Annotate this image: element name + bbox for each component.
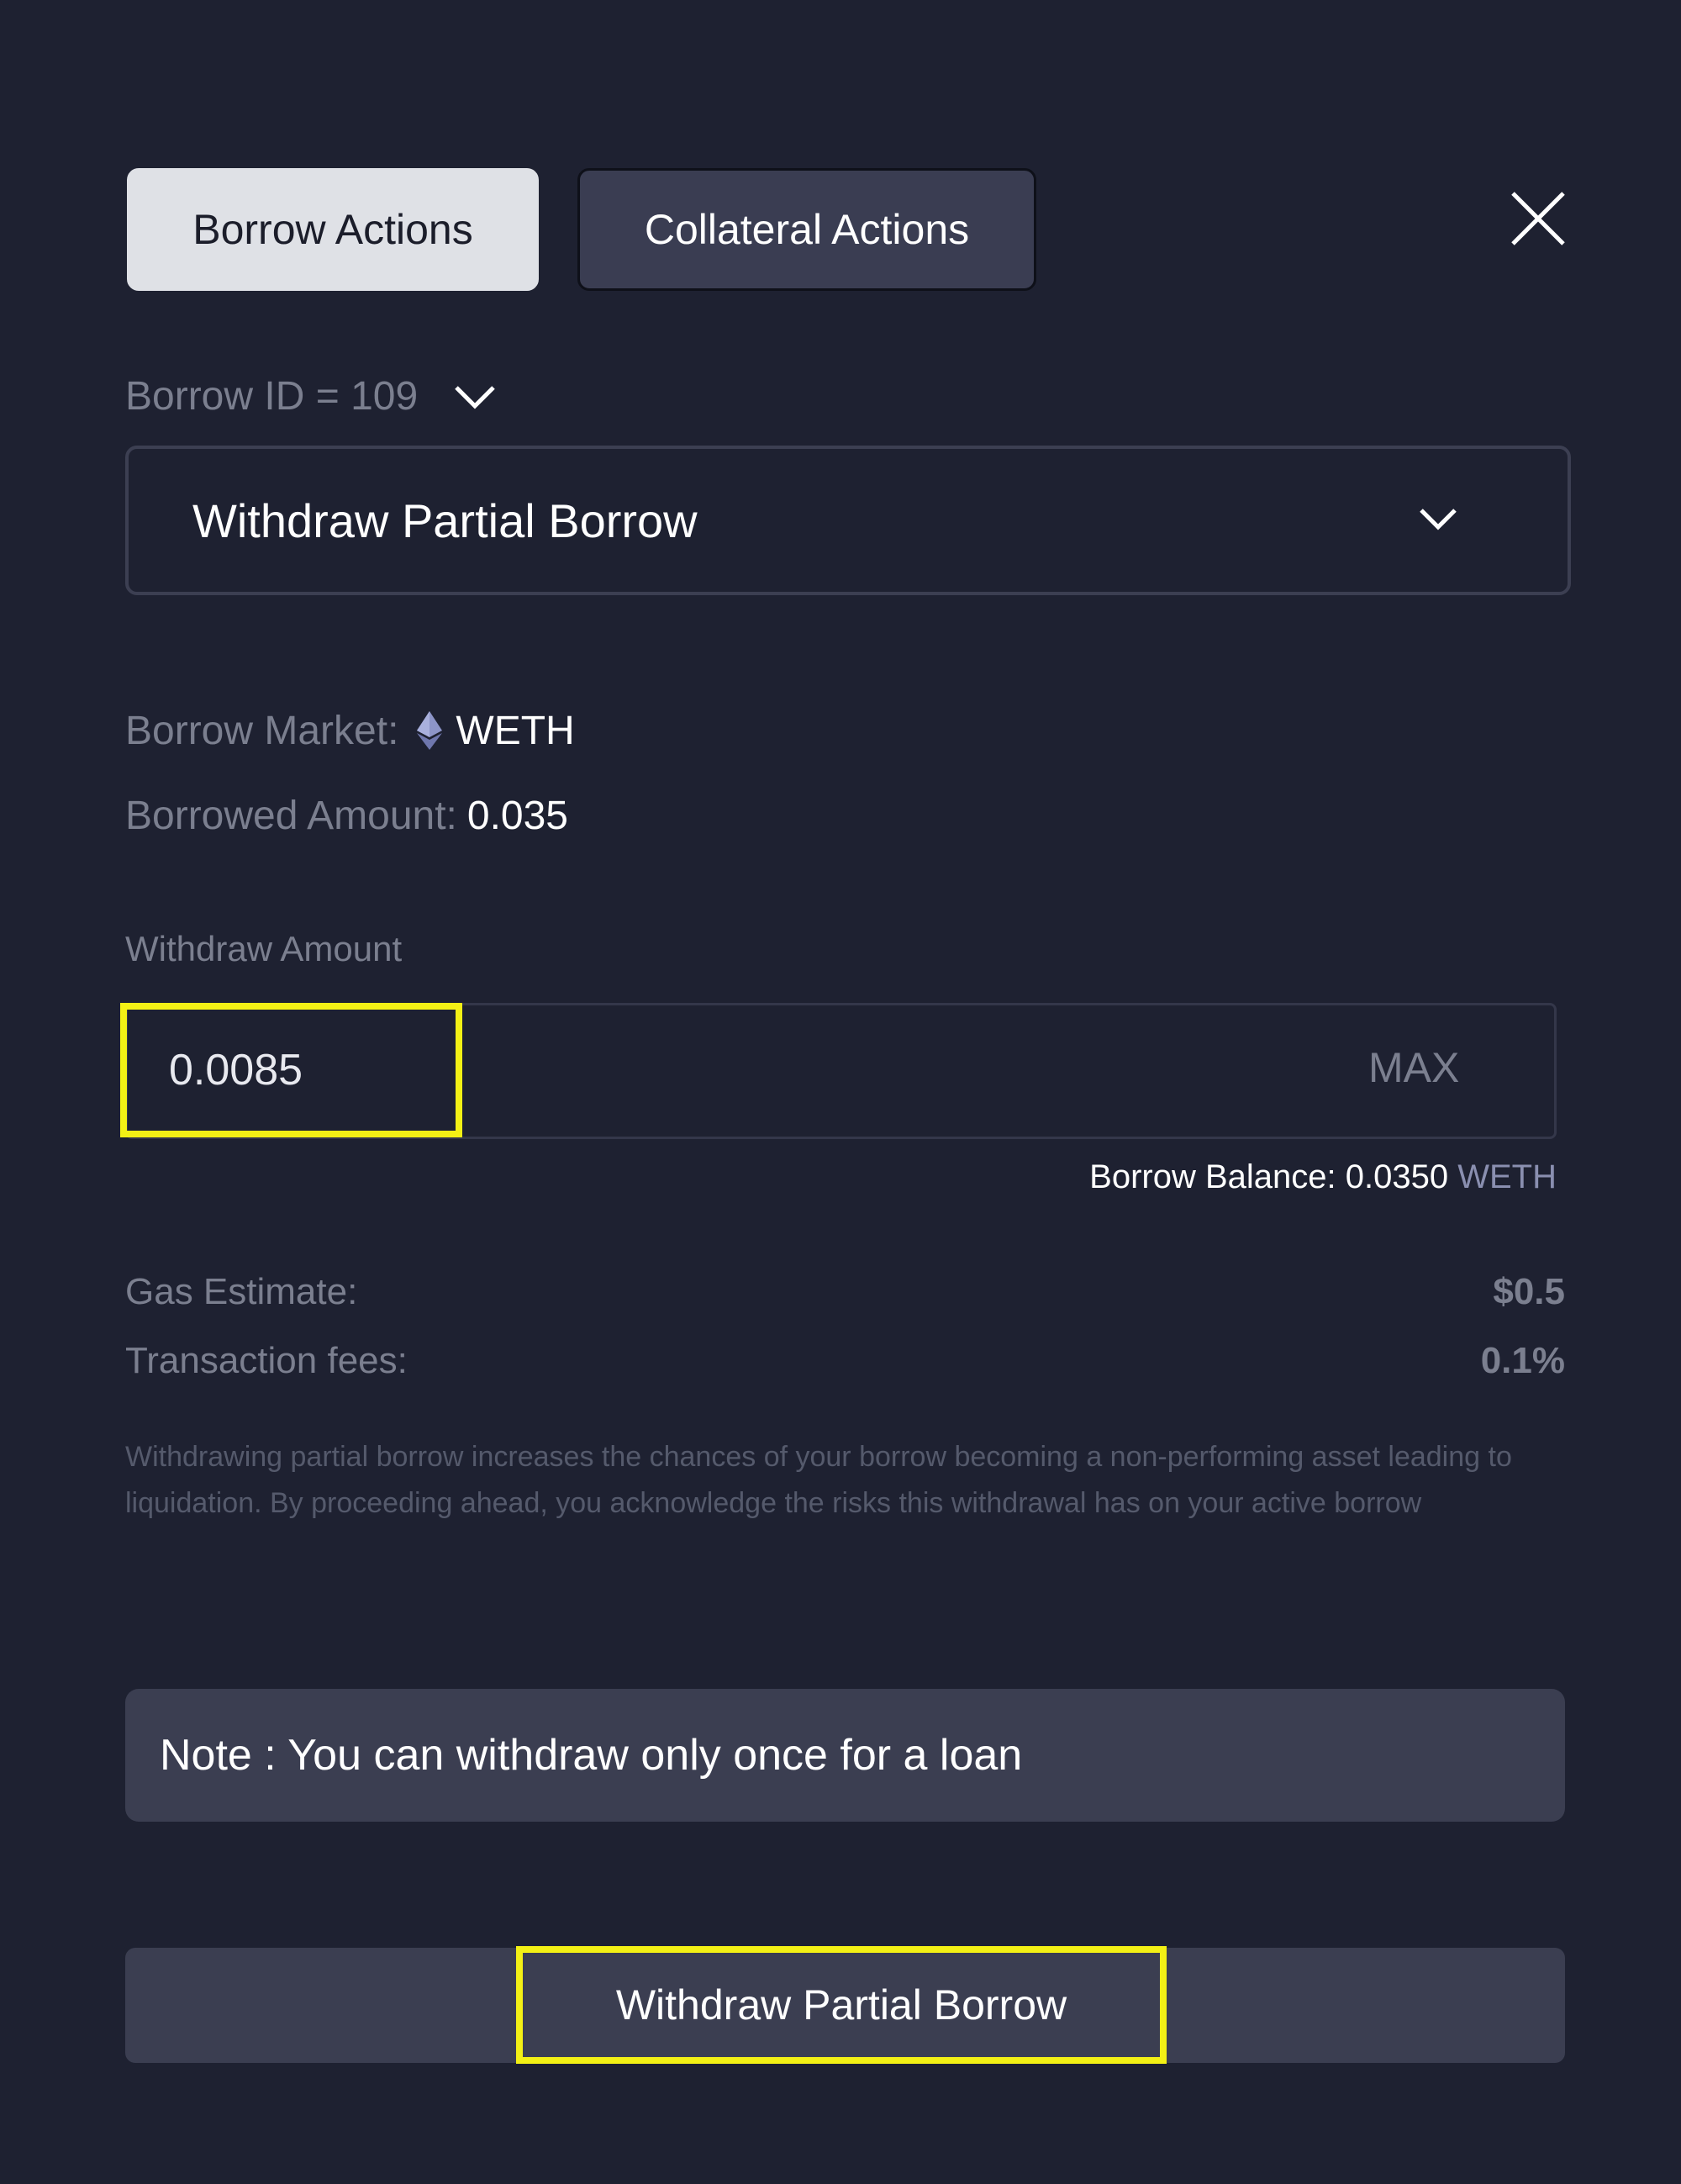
action-select-value: Withdraw Partial Borrow	[192, 493, 698, 547]
tab-collateral-actions[interactable]: Collateral Actions	[577, 168, 1036, 291]
note-box: Note : You can withdraw only once for a …	[125, 1689, 1565, 1822]
transaction-fees-value: 0.1%	[1480, 1340, 1565, 1381]
withdraw-amount-label: Withdraw Amount	[125, 929, 403, 968]
risk-disclaimer: Withdrawing partial borrow increases the…	[125, 1441, 1512, 1519]
borrowed-amount-label: Borrowed Amount:	[125, 793, 457, 838]
withdraw-partial-borrow-button[interactable]: Withdraw Partial Borrow	[516, 1946, 1167, 2064]
withdraw-amount-input[interactable]	[120, 1003, 462, 1137]
borrow-balance-text: Borrow Balance: 0.0350	[1089, 1158, 1449, 1195]
note-text: Note : You can withdraw only once for a …	[160, 1731, 1023, 1780]
action-select[interactable]: Withdraw Partial Borrow	[125, 446, 1571, 595]
borrowed-amount-value: 0.035	[466, 793, 568, 838]
gas-estimate-value: $0.5	[1493, 1271, 1565, 1312]
borrow-market-label: Borrow Market:	[125, 708, 399, 753]
gas-estimate-row: Gas Estimate: $0.5	[125, 1271, 1565, 1313]
close-button[interactable]	[1509, 189, 1568, 248]
borrow-id-dropdown[interactable]: Borrow ID = 109	[125, 370, 497, 422]
borrow-balance-unit: WETH	[1457, 1158, 1557, 1195]
ethereum-icon	[417, 711, 443, 750]
gas-estimate-label: Gas Estimate:	[125, 1271, 358, 1312]
transaction-fees-label: Transaction fees:	[125, 1340, 408, 1381]
borrow-id-label: Borrow ID = 109	[125, 373, 419, 419]
borrow-market-row: Borrow Market: WETH	[125, 704, 575, 757]
max-button[interactable]: MAX	[1368, 1043, 1459, 1092]
borrow-market-value: WETH	[456, 708, 575, 753]
close-icon	[1511, 192, 1565, 245]
transaction-fees-row: Transaction fees: 0.1%	[125, 1340, 1565, 1382]
chevron-down-icon	[455, 386, 495, 409]
tab-borrow-actions[interactable]: Borrow Actions	[127, 168, 539, 291]
borrow-balance: Borrow Balance: 0.0350 WETH	[1089, 1158, 1557, 1196]
chevron-down-icon	[1420, 509, 1457, 530]
borrowed-amount-row: Borrowed Amount: 0.035	[125, 789, 568, 842]
